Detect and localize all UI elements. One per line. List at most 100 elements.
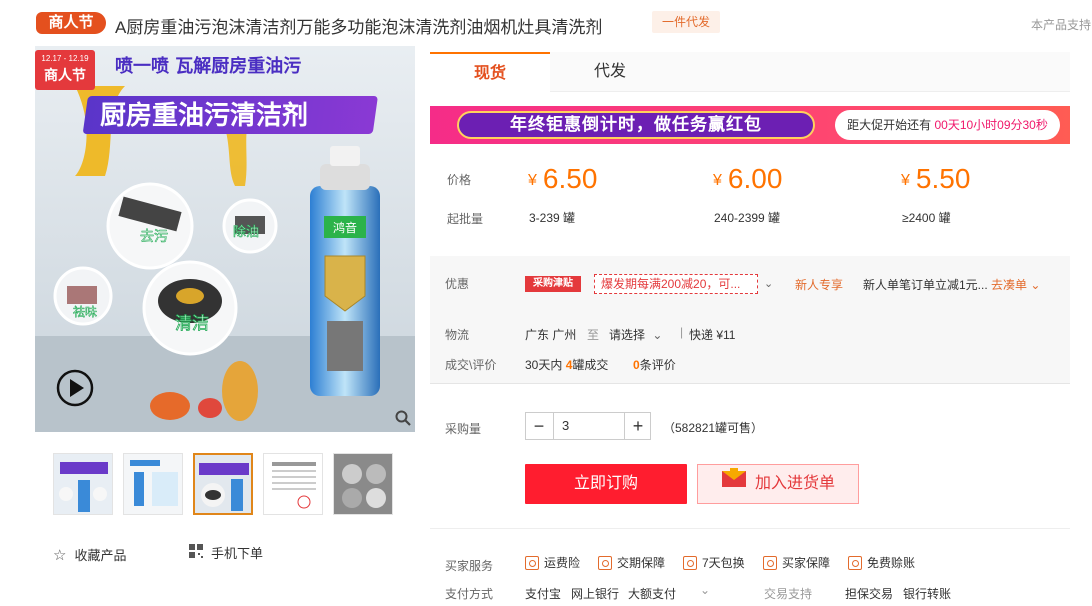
envelope-icon [721,465,747,503]
currency-symbol: ¥ [713,172,722,189]
add-to-cart-label: 加入进货单 [754,475,835,492]
thumbnail[interactable] [53,453,113,515]
moq-label: 起批量 [447,212,484,226]
price-value: 5.50 [915,163,971,194]
favorite-label: 收藏产品 [74,548,127,563]
mobile-order[interactable]: 手机下单 [189,543,263,562]
caigou-logo: 采购津贴 [525,276,581,292]
add-to-cart-button[interactable]: 加入进货单 [697,464,859,504]
available-stock: （582821罐可售） [663,421,764,435]
logistics-label: 物流 [445,328,470,342]
trade-item: 银行转账 [903,587,952,601]
trade-item: 担保交易 [845,587,894,601]
service-label: 免费赊账 [867,556,916,570]
trade-support-label: 交易支持 [764,587,813,601]
bubble-label: 清洁 [175,314,209,334]
payment-method: 支付宝 [525,587,562,601]
price-tier-3: ¥5.50 [901,163,970,195]
coupon-text[interactable]: 爆发期每满200减20，可... [594,274,758,294]
payment-label: 支付方式 [445,587,494,601]
reviews-count: 0 [633,358,640,372]
service-label: 7天包换 [702,556,745,570]
bubble-label: 祛味 [73,305,97,319]
shield-icon [763,555,777,570]
thumbnail[interactable] [263,453,323,515]
image-slogan: 喷一喷 瓦解厨房重油污 [115,55,301,77]
main-product-image[interactable]: 12.17 - 12.19 商人节 喷一喷 瓦解厨房重油污 厨房重油污清洁剂 去… [35,46,415,432]
bubble-label: 除油 [233,225,259,240]
thumbnail[interactable] [333,453,393,515]
order-now-button[interactable]: 立即订购 [525,464,687,504]
services-label: 买家服务 [445,559,494,573]
deals-label: 成交\评价 [445,358,497,372]
zoom-icon[interactable] [395,410,411,429]
countdown: 距大促开始还有 00天10小时09分30秒 [835,110,1060,140]
price-table: 价格 起批量 ¥6.50 ¥6.00 ¥5.50 3-239 罐 240-239… [430,146,1070,242]
date-badge: 12.17 - 12.19 [41,54,89,63]
quantity-stepper: − 3 + [525,412,651,440]
image-banner: 厨房重油污清洁剂 [100,101,308,131]
star-icon: ☆ [53,546,67,564]
currency-symbol: ¥ [901,172,910,189]
newbie-offer: 新人单笔订单立减1元... 去凑单 ⌄ [863,276,1040,293]
promo-banner[interactable]: 年终钜惠倒计时，做任务赢红包 距大促开始还有 00天10小时09分30秒 [430,106,1070,144]
shipping-fee: 快递 ¥11 [689,328,736,342]
deals-summary: 30天内 4罐成交 [525,356,608,373]
bubble-label: 去污 [140,229,168,245]
service-label: 买家保障 [782,556,831,570]
price-value: 6.50 [542,163,598,194]
deals-prefix: 30天内 [525,358,563,372]
service-label: 交期保障 [617,556,666,570]
festival-badge: 商人节 [36,12,106,34]
tab-dropship[interactable]: 代发 [550,52,670,92]
qty-range: 3-239 罐 [529,211,576,225]
reviews[interactable]: 0条评价 [633,356,676,373]
image-festival-badge: 商人节 [44,67,86,84]
delivery-guarantee-icon [598,555,612,570]
service-credit[interactable]: 免费赊账 [848,554,915,571]
qty-range: 240-2399 罐 [714,211,781,225]
chevron-down-icon: ⌄ [652,328,663,342]
newbie-desc: 新人单笔订单立减1元... [863,278,988,292]
go-combine-link[interactable]: 去凑单 [991,278,1027,292]
thumbnail-strip [53,453,395,515]
qty-range: ≥2400 罐 [902,211,951,225]
promo-title: 年终钜惠倒计时，做任务赢红包 [457,111,815,139]
freight-insurance-icon [525,555,539,570]
chevron-down-icon[interactable]: ⌄ [764,277,773,290]
decrement-button[interactable]: − [526,413,552,439]
service-freight-insurance[interactable]: 运费险 [525,554,580,571]
service-label: 运费险 [544,556,581,570]
thumbnail-active[interactable] [193,453,253,515]
ship-to-placeholder: 请选择 [609,328,646,342]
thumbnail[interactable] [123,453,183,515]
chevron-down-icon[interactable]: ⌄ [700,583,710,597]
price-value: 6.00 [727,163,783,194]
countdown-value: 00天10小时09分30秒 [934,118,1048,132]
price-label: 价格 [447,173,472,187]
service-delivery-guarantee[interactable]: 交期保障 [598,554,665,571]
price-tier-1: ¥6.50 [528,163,597,195]
service-buyer-protection[interactable]: 买家保障 [763,554,830,571]
qrcode-icon [189,544,203,561]
tab-in-stock[interactable]: 现货 [430,52,550,92]
deals-suffix: 罐成交 [572,358,609,372]
chevron-down-icon[interactable]: ⌄ [1030,278,1040,292]
support-note: 本产品支持 [1031,18,1092,32]
can-brand: 鸿音 [333,220,357,235]
product-title: A厨房重油污泡沫清洁剂万能多功能泡沫清洗剂油烟机灶具清洗剂 [115,18,603,37]
increment-button[interactable]: + [625,413,651,439]
payment-method: 网上银行 [571,587,620,601]
info-block: 优惠 采购津贴 爆发期每满200减20，可... ⌄ 新人专享 新人单笔订单立减… [430,256,1070,384]
quantity-input[interactable]: 3 [553,413,625,439]
discount-label: 优惠 [445,277,470,291]
ship-to-select[interactable]: 请选择 ⌄ [609,326,662,343]
service-7day-exchange[interactable]: 7天包换 [683,554,745,571]
favorite-product[interactable]: ☆ 收藏产品 [53,545,126,564]
ship-from: 广东 广州 [525,328,577,342]
price-tier-2: ¥6.00 [713,163,782,195]
credit-icon [848,555,862,570]
countdown-prefix: 距大促开始还有 [847,118,932,132]
dropship-tag: 一件代发 [652,11,720,33]
ship-to-word: 至 [587,328,600,342]
